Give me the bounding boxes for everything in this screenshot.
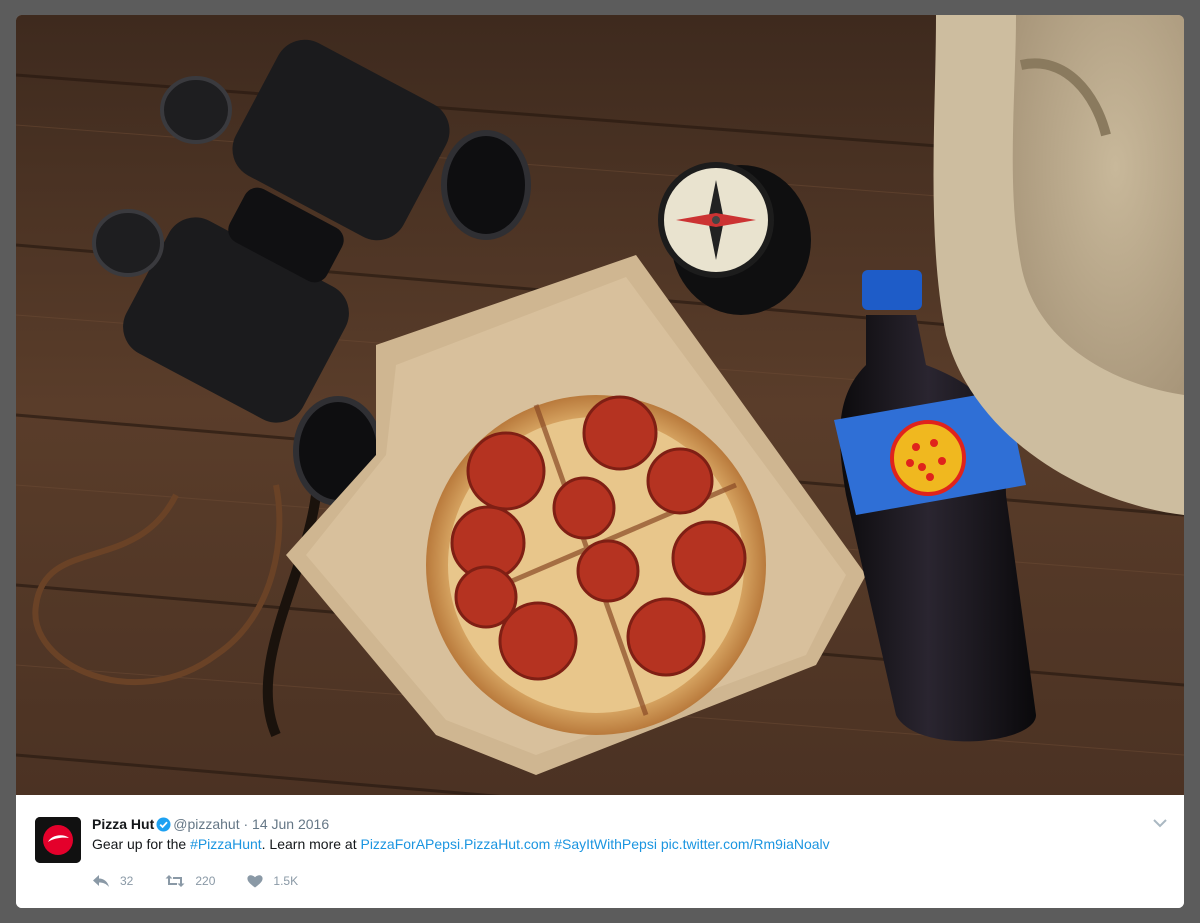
avatar[interactable] <box>35 817 81 863</box>
author-handle[interactable]: @pizzahut <box>173 816 239 832</box>
photo-illustration <box>16 15 1184 795</box>
text-prefix: Gear up for the <box>92 836 187 852</box>
tweet-date[interactable]: 14 Jun 2016 <box>252 816 329 832</box>
pic-link[interactable]: pic.twitter.com/Rm9iaNoalv <box>661 836 830 852</box>
reply-button[interactable]: 32 <box>92 874 133 888</box>
retweet-icon <box>165 875 185 887</box>
tweet-body: Pizza Hut @pizzahut · 14 Jun 2016 Gear up… <box>16 795 1184 908</box>
text-middle: . Learn more at <box>261 836 357 852</box>
tweet-photo[interactable] <box>16 15 1184 795</box>
retweet-button[interactable]: 220 <box>165 874 215 888</box>
link-url[interactable]: PizzaForAPepsi.PizzaHut.com <box>360 836 550 852</box>
hashtag-sayitwithpepsi[interactable]: #SayItWithPepsi <box>554 836 657 852</box>
tweet-card: Pizza Hut @pizzahut · 14 Jun 2016 Gear up… <box>16 15 1184 908</box>
author-name[interactable]: Pizza Hut <box>92 816 154 832</box>
reply-icon <box>93 875 109 887</box>
more-options-button[interactable] <box>1152 816 1168 830</box>
tweet-actions: 32 220 1.5K <box>92 872 330 890</box>
tweet-text: Gear up for the #PizzaHunt. Learn more a… <box>92 835 830 853</box>
verified-badge-icon <box>156 817 171 836</box>
reply-count: 32 <box>120 874 134 888</box>
retweet-count: 220 <box>195 874 216 888</box>
heart-icon <box>247 875 263 888</box>
pizza-hut-logo <box>35 817 81 863</box>
chevron-down-icon <box>1153 819 1167 828</box>
hashtag-pizzahunt[interactable]: #PizzaHunt <box>190 836 262 852</box>
like-count: 1.5K <box>273 874 299 888</box>
tweet-header: Pizza Hut @pizzahut · 14 Jun 2016 <box>92 816 329 836</box>
like-button[interactable]: 1.5K <box>247 874 298 888</box>
header-separator: · <box>243 816 249 832</box>
